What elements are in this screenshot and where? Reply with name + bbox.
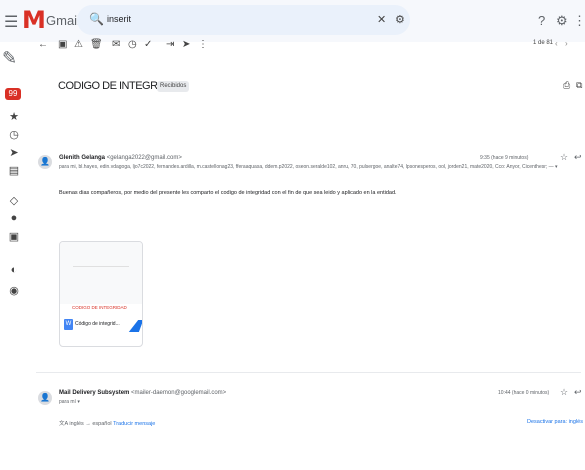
drafts-icon[interactable]: ▤ — [5, 164, 23, 177]
move-to-icon[interactable]: ⇥ — [166, 39, 174, 50]
chats-icon[interactable]: ● — [5, 212, 23, 224]
starred-icon[interactable]: ★ — [5, 110, 23, 123]
meet-icon[interactable]: ◉ — [5, 284, 23, 297]
report-spam-icon[interactable]: ⚠ — [74, 39, 83, 50]
search-bar[interactable]: 🔍 ✕ ⚙ — [77, 5, 410, 35]
important-icon[interactable]: ◇ — [5, 194, 23, 207]
compose-icon[interactable]: ✎ — [2, 48, 17, 69]
message-header: Mail Delivery Subsystem <mailer-daemon@g… — [59, 390, 226, 396]
search-icon[interactable]: 🔍 — [89, 12, 104, 26]
more-options-icon[interactable]: ⋮ — [198, 39, 208, 50]
reply-icon[interactable]: ↩ — [574, 387, 582, 398]
sender-email: <gelanga2022@gmail.com> — [106, 155, 182, 161]
sender-name[interactable]: Glenith Gelanga — [59, 155, 105, 161]
left-rail: ✎ 99 ★ ◷ ➤ ▤ ◇ ● ▣ ◐ ◉ — [0, 42, 30, 470]
snooze-icon[interactable]: ◷ — [128, 39, 137, 50]
recipients-line[interactable]: para mí ▾ — [59, 399, 566, 405]
add-task-icon[interactable]: ✓ — [144, 39, 152, 50]
translate-from[interactable]: inglés — [69, 421, 83, 427]
pagination-text: 1 de 81 — [533, 40, 554, 46]
inbox-badge[interactable]: 99 — [5, 88, 21, 100]
archive-icon[interactable]: ▣ — [58, 39, 67, 50]
attachment-preview — [60, 242, 142, 304]
translate-bar: 文A inglés → español Traducir mensaje — [59, 419, 155, 427]
attachment-card[interactable]: CODIGO DE INTEGRIDAD W Código de integri… — [59, 241, 143, 347]
recipients-line[interactable]: para mi, bl.hayes, edin.vdagoga, ljo7c20… — [59, 164, 566, 170]
message-body: Buenas dias compañeros, por medio del pr… — [59, 190, 397, 196]
chat-icon[interactable]: ◐ — [5, 264, 23, 276]
attachment-filename[interactable]: Código de integrid... — [75, 321, 120, 327]
drive-icon — [128, 320, 142, 332]
translate-icon: 文A — [59, 421, 68, 427]
attachment-preview-title: CODIGO DE INTEGRIDAD — [72, 305, 127, 310]
document-icon: W — [64, 319, 73, 330]
preview-doc-header — [73, 256, 129, 267]
message-header: Glenith Gelanga <gelanga2022@gmail.com> — [59, 155, 182, 161]
apps-icon[interactable]: ⋮ — [573, 13, 585, 29]
search-input[interactable] — [105, 13, 349, 25]
star-icon[interactable]: ☆ — [560, 387, 568, 398]
message-time: 9:35 (hace 9 minutos) — [480, 155, 529, 161]
attachment-name-bar[interactable]: W Código de integrid... — [62, 318, 130, 332]
inbox-label-chip[interactable]: Recibidos — [157, 81, 190, 92]
prev-page-icon[interactable]: ‹ — [555, 39, 558, 48]
settings-icon[interactable]: ⚙ — [556, 13, 568, 29]
delete-icon[interactable]: 🗑 — [90, 39, 103, 50]
search-options-icon[interactable]: ⚙ — [395, 13, 405, 26]
disable-translate-link[interactable]: Desactivar para: inglés — [527, 419, 583, 425]
sent-icon[interactable]: ➤ — [5, 146, 23, 159]
message-toolbar: ← ▣ ⚠ 🗑 ✉ ◷ ✓ ⇥ ➤ ⋮ 1 de 81 ‹ › — [36, 36, 581, 56]
message-time: 10:44 (hace 0 minutos) — [498, 390, 550, 396]
message-separator — [36, 372, 581, 373]
mark-unread-icon[interactable]: ✉ — [112, 39, 120, 50]
sender-name[interactable]: Mail Delivery Subsystem — [59, 390, 129, 396]
clear-search-icon[interactable]: ✕ — [377, 13, 386, 26]
main-menu-icon[interactable]: ☰ — [4, 12, 18, 32]
next-page-icon[interactable]: › — [565, 39, 568, 48]
star-icon[interactable]: ☆ — [560, 152, 568, 163]
reply-icon[interactable]: ↩ — [574, 152, 582, 163]
new-window-icon[interactable]: ⧉ — [576, 80, 582, 91]
print-icon[interactable]: ⎙ — [563, 80, 570, 91]
sender-avatar[interactable]: 👤 — [38, 155, 52, 169]
label-icon[interactable]: ➤ — [182, 39, 190, 50]
sender-email: <mailer-daemon@googlemail.com> — [131, 390, 227, 396]
gmail-logo-text[interactable]: Gmail — [46, 13, 80, 28]
translate-to[interactable]: español — [92, 421, 111, 427]
help-icon[interactable]: ? — [538, 13, 545, 28]
snoozed-icon[interactable]: ◷ — [5, 128, 23, 141]
gmail-logo-icon[interactable]: M — [22, 6, 46, 34]
sender-avatar[interactable]: 👤 — [38, 391, 52, 405]
translate-link[interactable]: Traducir mensaje — [113, 421, 155, 427]
scheduled-icon[interactable]: ▣ — [5, 230, 23, 243]
back-icon[interactable]: ← — [38, 39, 48, 50]
